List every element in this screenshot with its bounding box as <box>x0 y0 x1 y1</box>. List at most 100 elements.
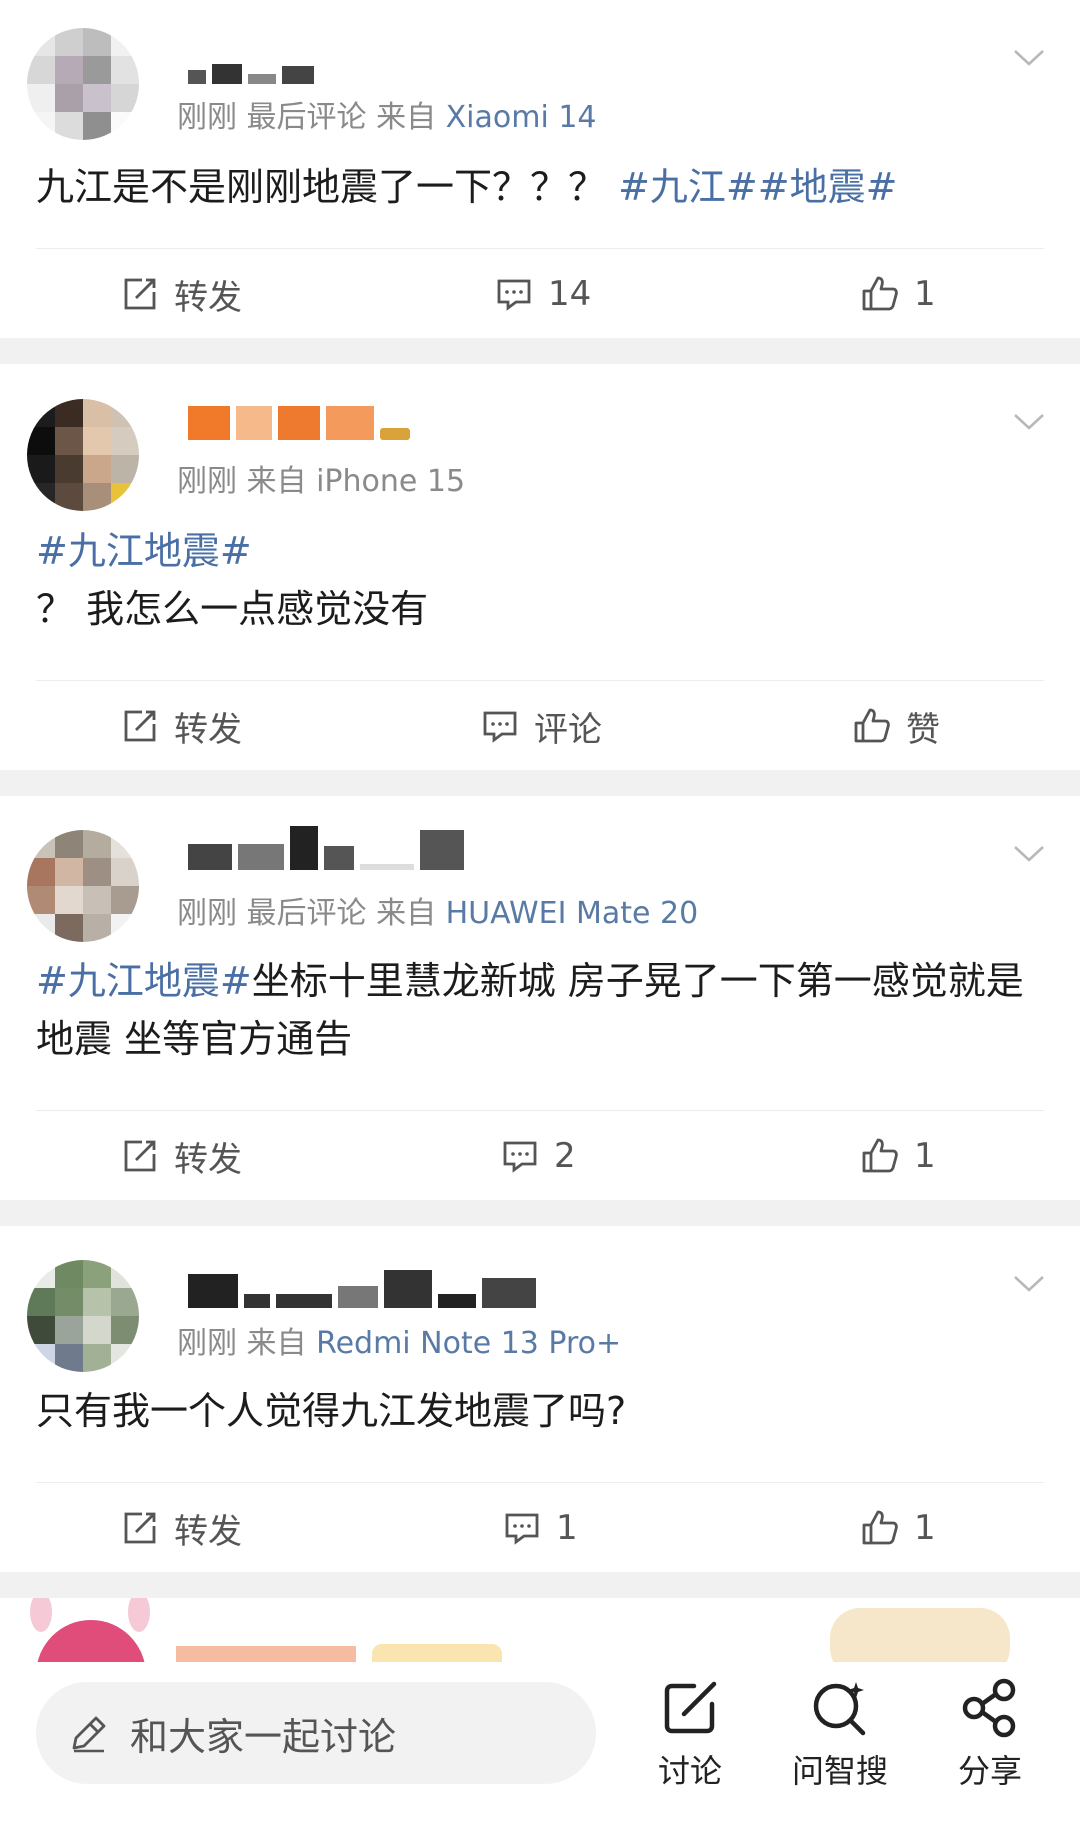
avatar[interactable] <box>27 1260 139 1372</box>
next-post-peek[interactable] <box>0 1598 1080 1668</box>
post-header: 刚刚 最后评论 来自 HUAWEI Mate 20 <box>0 796 1080 942</box>
discuss-button[interactable]: 讨论 <box>630 1676 750 1792</box>
repost-label: 转发 <box>174 709 242 750</box>
post-text-plain: 九江是不是刚刚地震了一下？？？ <box>36 165 619 209</box>
discuss-label: 讨论 <box>657 1752 722 1790</box>
hashtag-link[interactable]: #九江地震# <box>36 959 252 1003</box>
comment-button[interactable]: 1 <box>502 1483 578 1573</box>
post-text: 只有我一个人觉得九江发地震了吗? <box>0 1346 1080 1482</box>
repost-icon <box>124 1512 156 1544</box>
like-count: 1 <box>914 1136 936 1176</box>
repost-icon <box>124 710 156 742</box>
repost-button[interactable]: 转发 <box>120 681 242 771</box>
post-card[interactable]: 刚刚 最后评论 来自 HUAWEI Mate 20 #九江地震#坐标十里慧龙新城… <box>0 796 1080 1200</box>
avatar[interactable] <box>27 28 139 140</box>
post-text: #九江地震# ？ 我怎么一点感觉没有 <box>0 484 1080 680</box>
action-bar: 转发 2 1 <box>36 1110 1044 1200</box>
chevron-down-icon[interactable] <box>1012 1266 1046 1300</box>
share-button[interactable]: 分享 <box>930 1676 1050 1792</box>
discussion-placeholder: 和大家一起讨论 <box>130 1714 397 1759</box>
discussion-input[interactable]: 和大家一起讨论 <box>36 1682 596 1784</box>
hashtag-link[interactable]: #九江##地震# <box>618 165 897 209</box>
comment-icon <box>505 1513 539 1545</box>
edit-square-icon <box>664 1681 717 1734</box>
bottom-action-bar: 和大家一起讨论 讨论 问智搜 分享 <box>0 1662 1080 1822</box>
post-header: 刚刚 来自 Redmi Note 13 Pro+ <box>0 1226 1080 1372</box>
post-card[interactable]: 刚刚 最后评论 来自 Xiaomi 14 九江是不是刚刚地震了一下？？？ #九江… <box>0 0 1080 338</box>
post-text-plain: ？ 我怎么一点感觉没有 <box>36 587 429 631</box>
comment-button[interactable]: 14 <box>494 249 591 339</box>
avatar-ears-decoration <box>30 1598 52 1632</box>
repost-label: 转发 <box>174 277 242 318</box>
avatar[interactable] <box>36 1620 146 1668</box>
like-label: 赞 <box>906 709 940 750</box>
repost-label: 转发 <box>174 1511 242 1552</box>
comment-label: 评论 <box>534 709 602 750</box>
comment-count: 1 <box>556 1508 578 1548</box>
comment-icon <box>503 1141 537 1173</box>
post-text-plain: 只有我一个人觉得九江发地震了吗? <box>36 1389 627 1433</box>
like-button[interactable]: 1 <box>860 1111 936 1201</box>
share-label: 分享 <box>957 1752 1022 1790</box>
device-source-link[interactable]: Xiaomi 14 <box>446 100 597 135</box>
username-blurred[interactable] <box>188 826 464 870</box>
like-count: 1 <box>914 1508 936 1548</box>
comment-button[interactable]: 评论 <box>480 681 602 771</box>
device-source-link[interactable]: Redmi Note 13 Pro+ <box>316 1326 621 1361</box>
device-source-link[interactable]: iPhone 15 <box>316 464 465 499</box>
meta-time: 刚刚 来自 <box>177 1326 317 1361</box>
meta-time: 刚刚 最后评论 来自 <box>177 896 446 931</box>
avatar[interactable] <box>27 399 139 511</box>
pencil-icon <box>72 1716 106 1753</box>
comment-button[interactable]: 2 <box>500 1111 576 1201</box>
device-source-link[interactable]: HUAWEI Mate 20 <box>446 896 699 931</box>
comment-icon <box>483 711 517 743</box>
action-bar: 转发 1 1 <box>36 1482 1044 1572</box>
thumbs-up-icon <box>862 1510 898 1545</box>
post-text: 九江是不是刚刚地震了一下？？？ #九江##地震# <box>0 120 1080 248</box>
avatar[interactable] <box>27 830 139 942</box>
ask-search-button[interactable]: 问智搜 <box>780 1676 900 1792</box>
thumbs-up-icon <box>862 276 898 311</box>
share-icon <box>962 1678 1016 1738</box>
repost-icon <box>124 1140 156 1172</box>
hashtag-link[interactable]: #九江地震# <box>36 522 1044 580</box>
meta-time: 刚刚 来自 <box>177 464 317 499</box>
thumbs-up-icon <box>854 708 890 743</box>
post-meta: 刚刚 最后评论 来自 Xiaomi 14 <box>177 92 597 136</box>
post-card[interactable]: 刚刚 来自 iPhone 15 #九江地震# ？ 我怎么一点感觉没有 转发 评论… <box>0 364 1080 770</box>
post-separator <box>0 770 1080 796</box>
comment-count: 2 <box>554 1136 576 1176</box>
avatar-ears-decoration <box>128 1598 150 1632</box>
repost-button[interactable]: 转发 <box>120 1111 242 1201</box>
chevron-down-icon[interactable] <box>1012 404 1046 438</box>
post-text: #九江地震#坐标十里慧龙新城 房子晃了一下第一感觉就是地震 坐等官方通告 <box>0 916 1080 1110</box>
like-count: 1 <box>914 274 936 314</box>
search-sparkle-icon <box>813 1682 866 1736</box>
username-blurred[interactable] <box>188 400 410 440</box>
like-button[interactable]: 赞 <box>852 681 940 771</box>
like-button[interactable]: 1 <box>860 1483 936 1573</box>
repost-button[interactable]: 转发 <box>120 1483 242 1573</box>
post-meta: 刚刚 来自 Redmi Note 13 Pro+ <box>177 1318 621 1362</box>
username-blurred[interactable] <box>188 44 314 84</box>
post-header: 刚刚 来自 iPhone 15 <box>0 364 1080 511</box>
post-header: 刚刚 最后评论 来自 Xiaomi 14 <box>0 0 1080 140</box>
post-card[interactable]: 刚刚 来自 Redmi Note 13 Pro+ 只有我一个人觉得九江发地震了吗… <box>0 1226 1080 1572</box>
post-meta: 刚刚 最后评论 来自 HUAWEI Mate 20 <box>177 888 698 932</box>
post-separator <box>0 1200 1080 1226</box>
action-bar: 转发 评论 赞 <box>36 680 1044 770</box>
comment-count: 14 <box>548 274 592 314</box>
repost-icon <box>124 278 156 310</box>
chevron-down-icon[interactable] <box>1012 40 1046 74</box>
chevron-down-icon[interactable] <box>1012 836 1046 870</box>
username-blurred[interactable] <box>188 1268 536 1308</box>
repost-button[interactable]: 转发 <box>120 249 242 339</box>
like-button[interactable]: 1 <box>860 249 936 339</box>
thumbs-up-icon <box>862 1138 898 1173</box>
post-separator <box>0 338 1080 364</box>
repost-label: 转发 <box>174 1139 242 1180</box>
post-separator <box>0 1572 1080 1598</box>
comment-icon <box>497 279 531 311</box>
card-decoration <box>830 1608 1010 1668</box>
